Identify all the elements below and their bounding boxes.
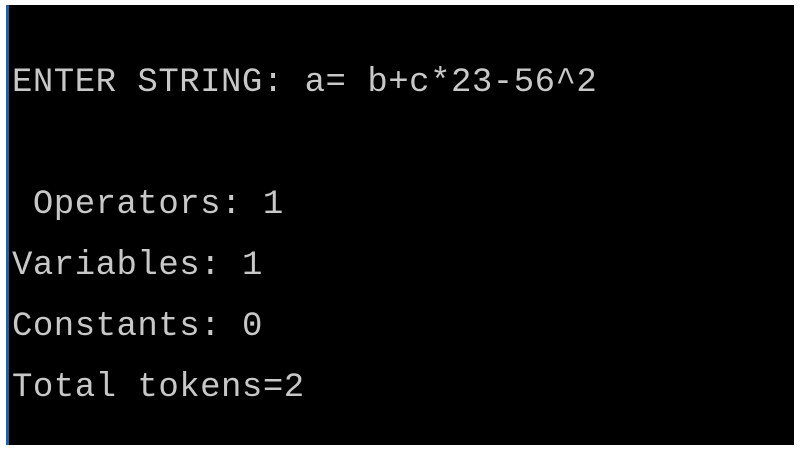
input-prompt-line: ENTER STRING: a= b+c*23-56^2 <box>12 63 597 103</box>
constants-count: 0 <box>241 308 263 346</box>
console-window: ENTER STRING: a= b+c*23-56^2 Operators: … <box>6 5 794 445</box>
constants-label: Constants: <box>12 308 222 346</box>
constants-line: Constants: 0 <box>12 307 263 347</box>
input-string: a= b+c*23-56^2 <box>304 64 598 102</box>
operators-line: Operators: 1 <box>12 185 284 225</box>
prompt-label: ENTER STRING: <box>12 64 284 102</box>
variables-line: Variables: 1 <box>12 246 263 286</box>
variables-count: 1 <box>241 247 263 285</box>
variables-label: Variables: <box>12 247 222 285</box>
operators-count: 1 <box>262 186 284 224</box>
total-tokens-line: Total tokens=2 <box>12 369 305 407</box>
window-left-border <box>6 5 9 445</box>
operators-label: Operators: <box>12 186 242 224</box>
